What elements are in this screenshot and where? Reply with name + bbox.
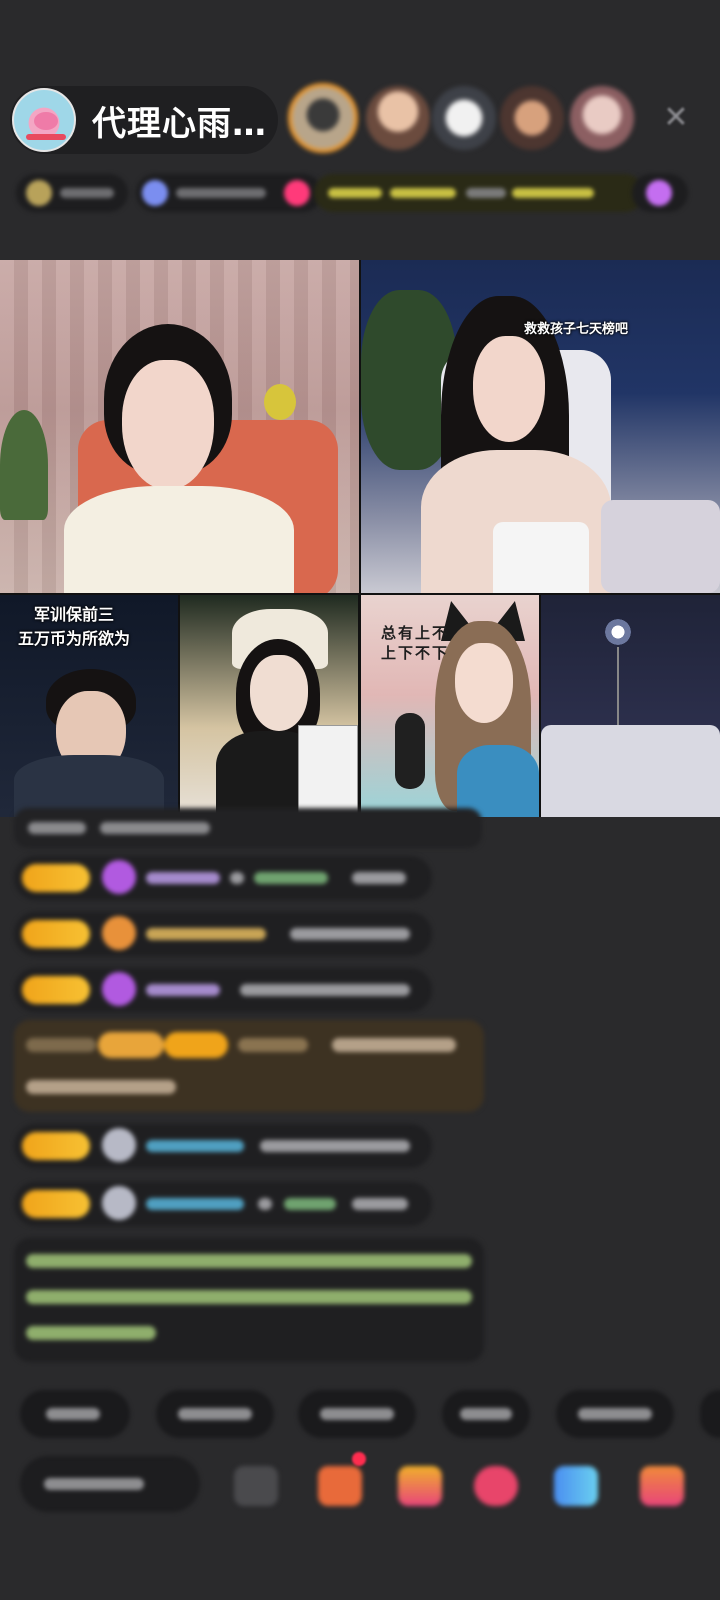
task-chip[interactable]: [314, 174, 644, 212]
chat-message[interactable]: [14, 912, 432, 956]
chat-message[interactable]: [14, 968, 432, 1012]
level-badge: [22, 864, 90, 892]
sofa: [541, 725, 720, 817]
chat-message[interactable]: [14, 1124, 432, 1168]
stat-row: [16, 170, 688, 216]
viewer-avatar[interactable]: [500, 86, 564, 150]
quick-reply-button[interactable]: [556, 1390, 674, 1438]
anime-poster: [298, 725, 358, 817]
quick-reply-button[interactable]: [156, 1390, 274, 1438]
viewer-avatar[interactable]: [432, 86, 496, 150]
hongbao-icon[interactable]: [474, 1466, 518, 1506]
sofa: [601, 500, 720, 593]
level-badge: [22, 1190, 90, 1218]
streamer-face: [455, 643, 513, 723]
video-tile-4[interactable]: [180, 595, 358, 817]
ring-light: [603, 617, 633, 647]
streamer-face: [122, 360, 214, 490]
gift-icon[interactable]: [318, 1466, 362, 1506]
host-name: 代理心雨…: [92, 103, 267, 144]
tile-overlay-vertical: 总有上不上下不下: [381, 624, 450, 662]
system-message: [14, 1238, 484, 1362]
video-tile-2[interactable]: 救救孩子七天榜吧: [361, 260, 720, 593]
toy-figure: [264, 384, 296, 420]
rank-chip[interactable]: [16, 174, 128, 212]
gem-icon: [102, 860, 136, 894]
level-badge: [22, 1132, 90, 1160]
more-chip[interactable]: [632, 174, 688, 212]
close-icon[interactable]: ✕: [660, 102, 692, 134]
quick-reply-button[interactable]: [442, 1390, 530, 1438]
game-icon[interactable]: [554, 1466, 598, 1506]
level-badge: [22, 920, 90, 948]
chat-highlight-message[interactable]: [14, 1020, 484, 1112]
streamer-face: [473, 336, 545, 442]
microphone: [395, 713, 425, 789]
video-tile-1[interactable]: [0, 260, 359, 593]
host-avatar[interactable]: [12, 88, 76, 152]
dress: [493, 522, 589, 593]
viewer-avatar[interactable]: [570, 86, 634, 150]
viewer-avatar[interactable]: [366, 86, 430, 150]
quick-reply-button[interactable]: [20, 1390, 130, 1438]
plant: [0, 410, 48, 520]
streamer-body: [457, 745, 539, 817]
tile-overlay-line2: 五万币为所欲为: [18, 629, 131, 648]
viewer-avatar[interactable]: [288, 83, 358, 153]
quick-reply-button[interactable]: [298, 1390, 416, 1438]
tile-overlay-text: 救救孩子七天榜吧: [523, 322, 628, 337]
level-badge: [22, 976, 90, 1004]
more-icon[interactable]: [640, 1466, 684, 1506]
gift-icon: [102, 916, 136, 950]
streamer-body: [64, 486, 294, 593]
notification-dot: [352, 1452, 366, 1466]
chat-message[interactable]: [14, 856, 432, 900]
chat-input[interactable]: [20, 1456, 200, 1512]
streamer-face: [250, 655, 308, 731]
avatar: [102, 1128, 136, 1162]
hot-chip[interactable]: [136, 174, 322, 212]
host-info-pill[interactable]: 代理心雨…: [10, 86, 278, 154]
quick-reply-button[interactable]: [700, 1390, 720, 1438]
gem-icon: [102, 972, 136, 1006]
video-tile-3[interactable]: 军训保前三 五万币为所欲为: [0, 595, 178, 817]
chat-notice: [14, 808, 482, 848]
video-tile-5[interactable]: 总有上不上下不下: [361, 595, 539, 817]
gift-box-icon[interactable]: [398, 1466, 442, 1506]
tile-overlay-line1: 军训保前三: [34, 605, 115, 624]
chat-message[interactable]: [14, 1182, 432, 1226]
avatar: [102, 1186, 136, 1220]
emoji-icon[interactable]: [234, 1466, 278, 1506]
video-grid: 救救孩子七天榜吧 军训保前三 五万币为所欲为 总有上不上下不下: [0, 260, 720, 817]
video-tile-6[interactable]: [541, 595, 720, 817]
